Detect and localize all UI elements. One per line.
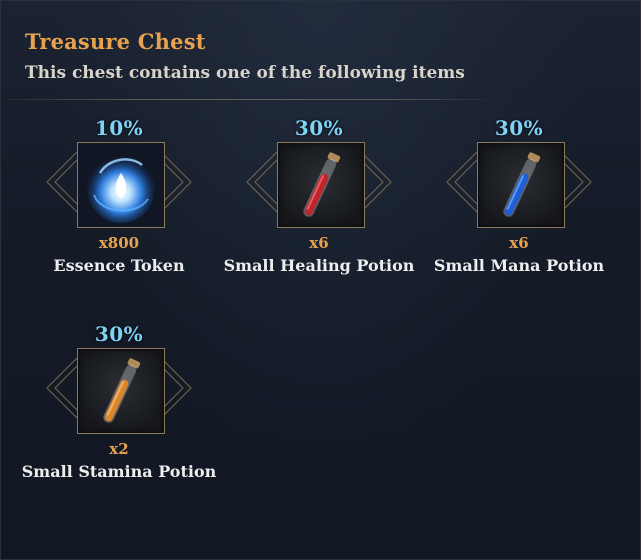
drop-chance: 30% bbox=[494, 116, 544, 140]
panel-title: Treasure Chest bbox=[25, 29, 206, 54]
item-tile bbox=[277, 142, 365, 228]
healing-potion-icon bbox=[303, 152, 341, 217]
reward-item-essence-token[interactable]: 10% x800 Essence Token bbox=[19, 116, 219, 276]
item-tile bbox=[77, 142, 165, 228]
item-name: Small Healing Potion bbox=[223, 256, 415, 275]
treasure-chest-panel: Treasure Chest This chest contains one o… bbox=[0, 0, 641, 560]
essence-token-icon bbox=[78, 143, 164, 227]
reward-item-healing-potion[interactable]: 30% x6 Small Healing Potion bbox=[219, 116, 419, 276]
item-tile bbox=[477, 142, 565, 228]
drop-chance: 10% bbox=[94, 116, 144, 140]
item-quantity: x800 bbox=[98, 234, 140, 252]
header-divider bbox=[7, 99, 497, 100]
drop-chance: 30% bbox=[294, 116, 344, 140]
item-quantity: x6 bbox=[509, 234, 529, 252]
panel-subtitle: This chest contains one of the following… bbox=[25, 63, 465, 83]
drop-chance: 30% bbox=[94, 322, 144, 346]
stamina-potion-icon bbox=[103, 358, 141, 423]
item-name: Small Mana Potion bbox=[433, 256, 605, 275]
item-name: Essence Token bbox=[53, 256, 185, 275]
reward-item-mana-potion[interactable]: 30% x6 Small Mana Potion bbox=[419, 116, 619, 276]
item-tile bbox=[77, 348, 165, 434]
item-name: Small Stamina Potion bbox=[21, 462, 217, 481]
mana-potion-icon bbox=[503, 152, 541, 217]
item-quantity: x6 bbox=[309, 234, 329, 252]
item-quantity: x2 bbox=[109, 440, 129, 458]
reward-item-stamina-potion[interactable]: 30% x2 Small Stamina Potion bbox=[19, 322, 219, 482]
